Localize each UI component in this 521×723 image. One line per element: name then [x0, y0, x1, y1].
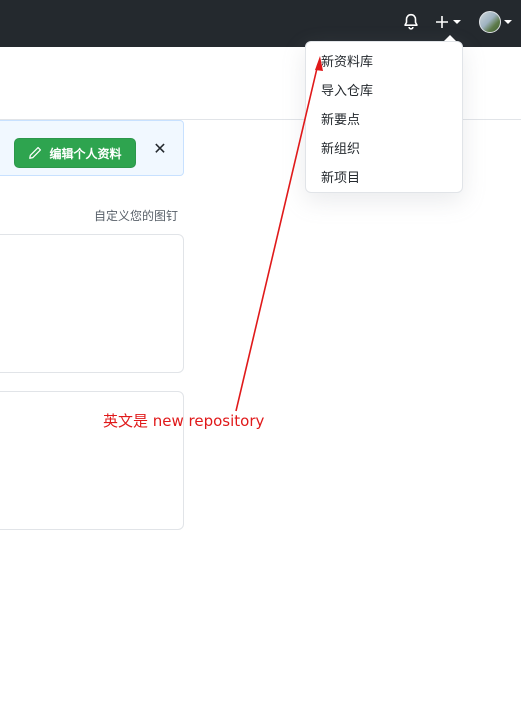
user-menu-button[interactable]: [479, 11, 512, 33]
menu-pointer: [444, 35, 456, 41]
menu-item-new-organization[interactable]: 新组织: [321, 138, 360, 157]
avatar: [479, 11, 501, 33]
menu-item-new-project[interactable]: 新项目: [321, 167, 360, 186]
pencil-icon: [29, 146, 42, 159]
pinned-card[interactable]: [0, 234, 184, 373]
edit-profile-label: 编辑个人资料: [49, 146, 122, 161]
annotation-text: 英文是 new repository: [103, 412, 265, 430]
close-icon[interactable]: ✕: [152, 140, 168, 158]
plus-icon: [436, 16, 448, 28]
menu-item-new-repository[interactable]: 新资料库: [321, 51, 373, 70]
create-new-dropdown-button[interactable]: [434, 12, 461, 32]
edit-profile-button[interactable]: 编辑个人资料: [14, 138, 136, 168]
chevron-down-icon: [453, 20, 461, 24]
menu-item-new-gist[interactable]: 新要点: [321, 109, 360, 128]
menu-item-import-repository[interactable]: 导入仓库: [321, 80, 373, 99]
bell-icon[interactable]: [402, 12, 422, 32]
chevron-down-icon: [504, 20, 512, 24]
customize-pins-link[interactable]: 自定义您的图钉: [94, 207, 178, 224]
